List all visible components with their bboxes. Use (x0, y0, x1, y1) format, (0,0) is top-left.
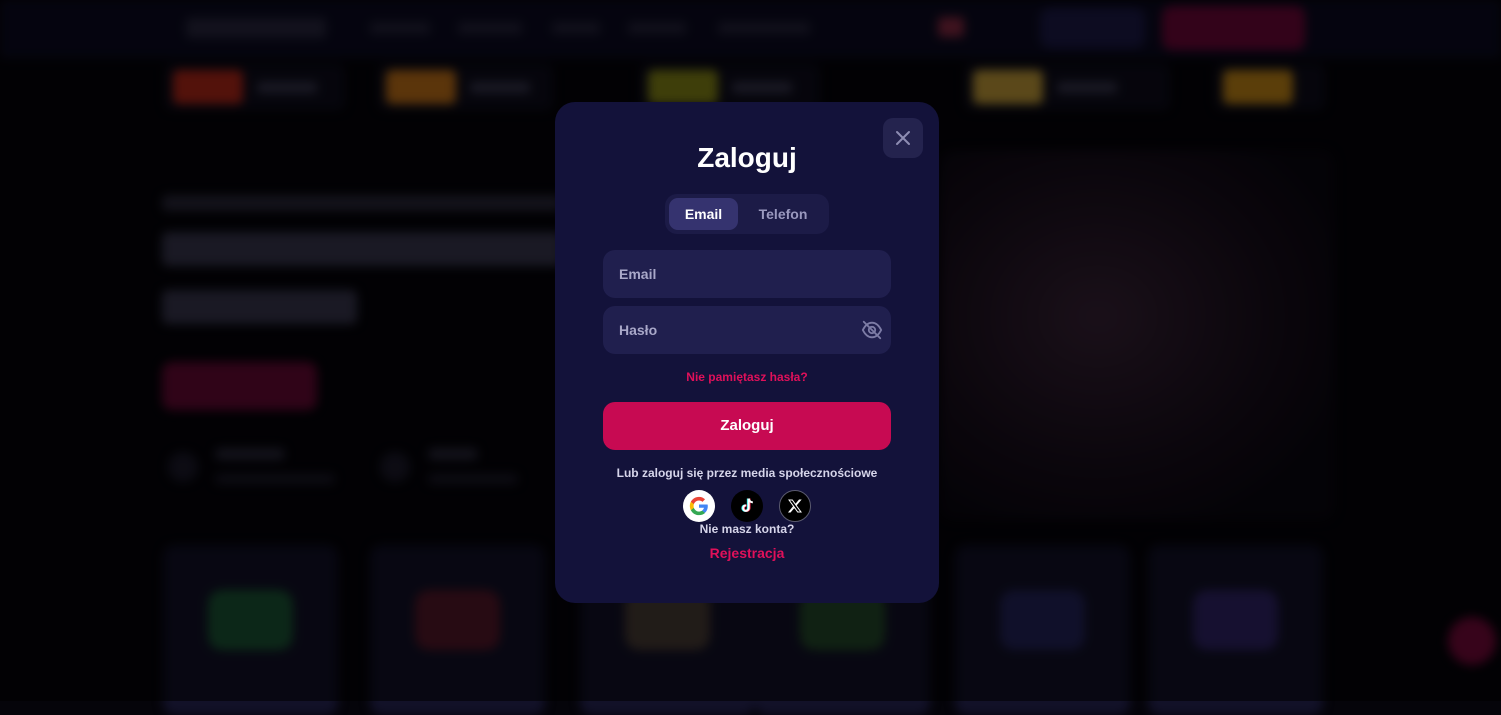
modal-title: Zaloguj (697, 142, 797, 173)
email-field-container (603, 250, 891, 298)
tiktok-icon (741, 498, 753, 512)
eye-off-icon[interactable] (861, 319, 883, 341)
tiktok-login-button[interactable] (731, 490, 763, 522)
email-field[interactable] (603, 250, 891, 298)
google-icon (689, 496, 708, 516)
login-submit-button[interactable]: Zaloguj (603, 402, 891, 450)
forgot-password-link[interactable]: Nie pamiętasz hasła? (555, 370, 939, 384)
password-field[interactable] (603, 306, 891, 354)
password-field-container (603, 306, 891, 354)
x-icon (787, 499, 802, 513)
x-login-button[interactable] (779, 490, 811, 522)
tab-phone[interactable]: Telefon (743, 198, 823, 230)
google-login-button[interactable] (683, 490, 715, 522)
register-link[interactable]: Rejestracja (555, 545, 939, 561)
login-modal: Zaloguj Email Telefon Nie pamiętasz hasł… (555, 102, 939, 603)
social-login-prompt: Lub zaloguj się przez media społeczności… (616, 466, 878, 480)
no-account-text: Nie masz konta? (699, 522, 795, 536)
tab-email[interactable]: Email (669, 198, 738, 230)
login-method-tabs: Email Telefon (665, 194, 829, 234)
